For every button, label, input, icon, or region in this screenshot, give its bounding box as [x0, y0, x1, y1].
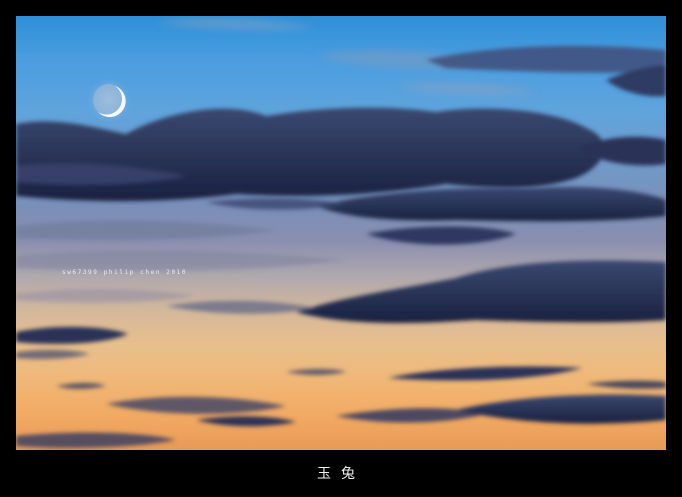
moon — [87, 78, 131, 122]
photo-caption: 玉兔 — [317, 466, 365, 482]
horizon-clouds — [16, 366, 666, 448]
lower-left-clouds — [16, 326, 128, 360]
sky-scene — [16, 18, 666, 448]
sky-photo: sw67399 philip chen 2010 — [16, 16, 666, 450]
photo-watermark: sw67399 philip chen 2010 — [62, 269, 188, 276]
photo-frame: sw67399 philip chen 2010 玉兔 — [0, 0, 682, 497]
